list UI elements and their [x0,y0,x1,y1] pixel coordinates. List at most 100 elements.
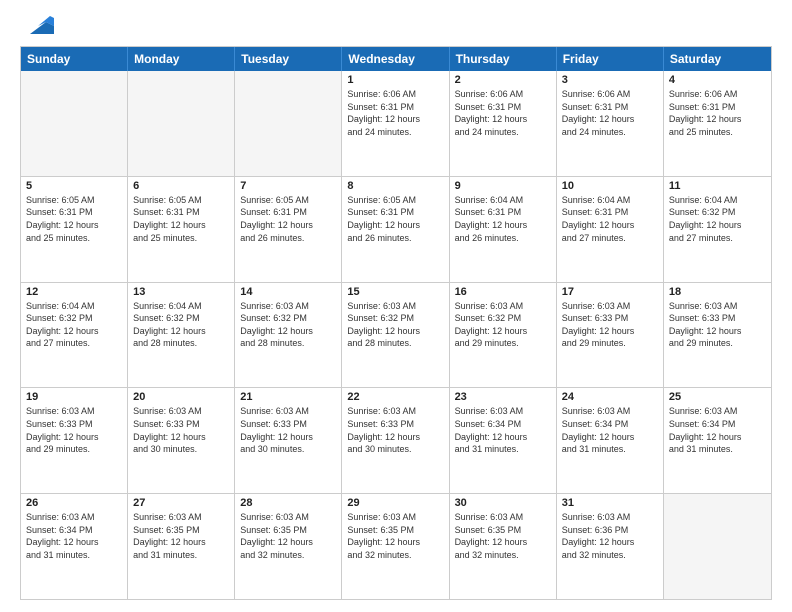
calendar-cell: 8 Sunrise: 6:05 AM Sunset: 6:31 PM Daylig… [342,177,449,282]
cell-info: Sunrise: 6:03 AM Sunset: 6:34 PM Dayligh… [455,405,551,455]
calendar-body: 1 Sunrise: 6:06 AM Sunset: 6:31 PM Daylig… [21,71,771,599]
day-number: 12 [26,286,122,298]
calendar-cell: 10 Sunrise: 6:04 AM Sunset: 6:31 PM Dayli… [557,177,664,282]
calendar-cell: 14 Sunrise: 6:03 AM Sunset: 6:32 PM Dayli… [235,283,342,388]
header-sunday: Sunday [21,47,128,71]
day-number: 7 [240,180,336,192]
cell-info: Sunrise: 6:03 AM Sunset: 6:33 PM Dayligh… [562,300,658,350]
calendar-cell: 24 Sunrise: 6:03 AM Sunset: 6:34 PM Dayli… [557,388,664,493]
day-number: 27 [133,497,229,509]
day-number: 22 [347,391,443,403]
calendar-cell: 5 Sunrise: 6:05 AM Sunset: 6:31 PM Daylig… [21,177,128,282]
day-number: 25 [669,391,766,403]
day-number: 2 [455,74,551,86]
day-number: 1 [347,74,443,86]
calendar-cell: 29Sunrise: 6:03 AM Sunset: 6:35 PM Dayli… [342,494,449,599]
day-number: 9 [455,180,551,192]
calendar-cell: 22 Sunrise: 6:03 AM Sunset: 6:33 PM Dayli… [342,388,449,493]
calendar-cell: 16 Sunrise: 6:03 AM Sunset: 6:32 PM Dayli… [450,283,557,388]
cell-info: Sunrise: 6:03 AM Sunset: 6:34 PM Dayligh… [26,511,122,561]
day-number: 29 [347,497,443,509]
cell-info: Sunrise: 6:03 AM Sunset: 6:33 PM Dayligh… [669,300,766,350]
cell-info: Sunrise: 6:03 AM Sunset: 6:32 PM Dayligh… [455,300,551,350]
header-thursday: Thursday [450,47,557,71]
calendar-cell: 1 Sunrise: 6:06 AM Sunset: 6:31 PM Daylig… [342,71,449,176]
calendar-week-2: 5 Sunrise: 6:05 AM Sunset: 6:31 PM Daylig… [21,176,771,282]
day-number: 5 [26,180,122,192]
cell-info: Sunrise: 6:05 AM Sunset: 6:31 PM Dayligh… [133,194,229,244]
calendar-cell: 21 Sunrise: 6:03 AM Sunset: 6:33 PM Dayli… [235,388,342,493]
calendar-cell [21,71,128,176]
cell-info: Sunrise: 6:03 AM Sunset: 6:34 PM Dayligh… [669,405,766,455]
calendar-week-3: 12 Sunrise: 6:04 AM Sunset: 6:32 PM Dayli… [21,282,771,388]
header-friday: Friday [557,47,664,71]
header-monday: Monday [128,47,235,71]
cell-info: Sunrise: 6:05 AM Sunset: 6:31 PM Dayligh… [347,194,443,244]
cell-info: Sunrise: 6:05 AM Sunset: 6:31 PM Dayligh… [26,194,122,244]
cell-info: Sunrise: 6:03 AM Sunset: 6:35 PM Dayligh… [455,511,551,561]
day-number: 3 [562,74,658,86]
calendar-cell [128,71,235,176]
cell-info: Sunrise: 6:03 AM Sunset: 6:32 PM Dayligh… [347,300,443,350]
cell-info: Sunrise: 6:03 AM Sunset: 6:34 PM Dayligh… [562,405,658,455]
day-number: 18 [669,286,766,298]
cell-info: Sunrise: 6:04 AM Sunset: 6:32 PM Dayligh… [26,300,122,350]
header-wednesday: Wednesday [342,47,449,71]
cell-info: Sunrise: 6:03 AM Sunset: 6:35 PM Dayligh… [240,511,336,561]
day-number: 23 [455,391,551,403]
day-number: 8 [347,180,443,192]
cell-info: Sunrise: 6:06 AM Sunset: 6:31 PM Dayligh… [347,88,443,138]
calendar-cell: 26 Sunrise: 6:03 AM Sunset: 6:34 PM Dayli… [21,494,128,599]
calendar-cell: 31 Sunrise: 6:03 AM Sunset: 6:36 PM Dayli… [557,494,664,599]
day-number: 20 [133,391,229,403]
cell-info: Sunrise: 6:04 AM Sunset: 6:31 PM Dayligh… [562,194,658,244]
calendar-week-1: 1 Sunrise: 6:06 AM Sunset: 6:31 PM Daylig… [21,71,771,176]
cell-info: Sunrise: 6:06 AM Sunset: 6:31 PM Dayligh… [455,88,551,138]
day-number: 19 [26,391,122,403]
calendar-cell: 18 Sunrise: 6:03 AM Sunset: 6:33 PM Dayli… [664,283,771,388]
day-number: 30 [455,497,551,509]
header [20,16,772,38]
cell-info: Sunrise: 6:03 AM Sunset: 6:33 PM Dayligh… [240,405,336,455]
cell-info: Sunrise: 6:05 AM Sunset: 6:31 PM Dayligh… [240,194,336,244]
calendar-cell: 17Sunrise: 6:03 AM Sunset: 6:33 PM Dayli… [557,283,664,388]
day-number: 4 [669,74,766,86]
day-number: 31 [562,497,658,509]
cell-info: Sunrise: 6:03 AM Sunset: 6:32 PM Dayligh… [240,300,336,350]
day-number: 11 [669,180,766,192]
calendar-cell [235,71,342,176]
calendar-cell: 19 Sunrise: 6:03 AM Sunset: 6:33 PM Dayli… [21,388,128,493]
day-number: 15 [347,286,443,298]
logo [20,16,54,38]
day-number: 10 [562,180,658,192]
calendar-cell: 28 Sunrise: 6:03 AM Sunset: 6:35 PM Dayli… [235,494,342,599]
calendar-week-4: 19 Sunrise: 6:03 AM Sunset: 6:33 PM Dayli… [21,387,771,493]
calendar-cell: 13 Sunrise: 6:04 AM Sunset: 6:32 PM Dayli… [128,283,235,388]
cell-info: Sunrise: 6:03 AM Sunset: 6:33 PM Dayligh… [347,405,443,455]
calendar-header: Sunday Monday Tuesday Wednesday Thursday… [21,47,771,71]
cell-info: Sunrise: 6:03 AM Sunset: 6:36 PM Dayligh… [562,511,658,561]
calendar-cell: 15 Sunrise: 6:03 AM Sunset: 6:32 PM Dayli… [342,283,449,388]
header-saturday: Saturday [664,47,771,71]
calendar-cell: 30 Sunrise: 6:03 AM Sunset: 6:35 PM Dayli… [450,494,557,599]
logo-icon [22,6,54,38]
day-number: 24 [562,391,658,403]
day-number: 13 [133,286,229,298]
day-number: 14 [240,286,336,298]
day-number: 16 [455,286,551,298]
day-number: 26 [26,497,122,509]
header-tuesday: Tuesday [235,47,342,71]
cell-info: Sunrise: 6:04 AM Sunset: 6:32 PM Dayligh… [133,300,229,350]
calendar-cell: 11Sunrise: 6:04 AM Sunset: 6:32 PM Dayli… [664,177,771,282]
cell-info: Sunrise: 6:06 AM Sunset: 6:31 PM Dayligh… [669,88,766,138]
day-number: 28 [240,497,336,509]
calendar-cell: 6 Sunrise: 6:05 AM Sunset: 6:31 PM Daylig… [128,177,235,282]
cell-info: Sunrise: 6:04 AM Sunset: 6:31 PM Dayligh… [455,194,551,244]
cell-info: Sunrise: 6:03 AM Sunset: 6:33 PM Dayligh… [26,405,122,455]
day-number: 6 [133,180,229,192]
page: Sunday Monday Tuesday Wednesday Thursday… [0,0,792,612]
day-number: 21 [240,391,336,403]
calendar-cell [664,494,771,599]
cell-info: Sunrise: 6:03 AM Sunset: 6:35 PM Dayligh… [133,511,229,561]
calendar-week-5: 26 Sunrise: 6:03 AM Sunset: 6:34 PM Dayli… [21,493,771,599]
